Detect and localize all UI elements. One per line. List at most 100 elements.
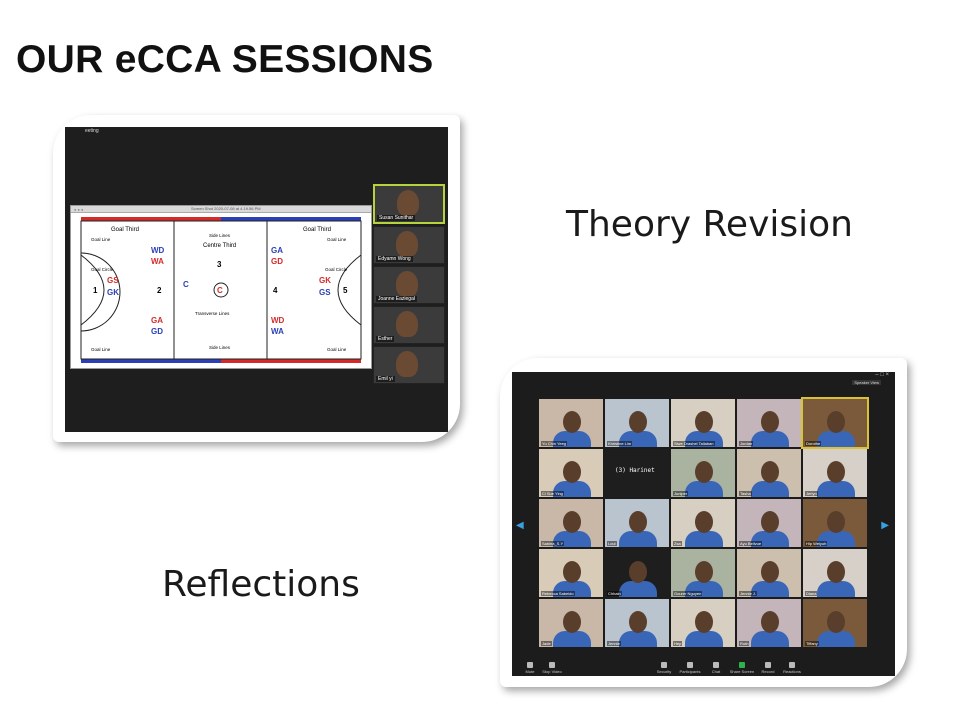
gallery-tile[interactable]: Juniper (671, 449, 735, 497)
meeting-toolbar: Mute Stop Video Security Participants Chat Sh… (512, 654, 895, 676)
gallery-tile[interactable]: Hep (671, 599, 735, 647)
participants-button[interactable]: Participants (676, 662, 704, 674)
prev-page-arrow-icon[interactable]: ◀ (516, 520, 524, 531)
gallery-tile[interactable]: Gourer Nguyen (671, 549, 735, 597)
goal-line-label-tr: Goal Line (327, 237, 347, 242)
gallery-tile-name: Zsa (673, 541, 682, 546)
pos-left-ga: GA (151, 316, 163, 325)
reactions-label: Reactions (783, 669, 801, 674)
pos-right-gs: GS (319, 288, 331, 297)
pos-left-wa: WA (151, 257, 164, 266)
stop-video-label: Stop Video (542, 669, 562, 674)
pos-right-ga: GA (271, 246, 283, 255)
gallery-tile[interactable]: Hip Weiyuh (803, 499, 867, 547)
participant-tile[interactable]: Esther (373, 306, 445, 344)
mute-label: Mute (525, 669, 535, 674)
chat-icon (713, 662, 719, 668)
window-controls[interactable]: – □ × (875, 372, 889, 378)
record-label: Record (761, 669, 775, 674)
gallery-tile[interactable]: Yu Chin Yeeg (539, 399, 603, 447)
harinet-name-label: (3) Harinet (615, 467, 655, 474)
theory-revision-caption: Theory Revision (566, 204, 853, 245)
gallery-tile[interactable]: Tasha (737, 449, 801, 497)
side-lines-label-bottom: Side Lines (209, 345, 231, 350)
goal-third-left-label: Goal Third (111, 227, 139, 233)
goal-line-label-br: Goal Line (327, 347, 347, 352)
pos-left-gk: GK (107, 288, 119, 297)
slide-title: OUR eCCA SESSIONS (16, 38, 434, 81)
participants-label: Participants (679, 669, 701, 674)
meeting-label: eeting (85, 128, 99, 134)
gallery-tile-name: Juniper (673, 491, 689, 496)
reactions-button[interactable]: Reactions (778, 662, 806, 674)
pos-left-gs: GS (107, 276, 119, 285)
participants-icon (687, 662, 693, 668)
zone-1-label: 1 (93, 286, 98, 295)
mute-icon (527, 662, 533, 668)
gallery-tile[interactable]: Jerlyn (803, 449, 867, 497)
gallery-tile-name: Ci Sue Ying (541, 491, 564, 496)
chat-label: Chat (711, 669, 721, 674)
side-lines-label-top: Side Lines (209, 233, 231, 238)
participant-tile[interactable]: Susan Sunithar (373, 184, 445, 224)
gallery-tile-name: Ayu Bellvue (739, 541, 763, 546)
pos-right-gd: GD (271, 257, 283, 266)
goal-third-right-label: Goal Third (303, 227, 331, 233)
security-label: Security (656, 669, 672, 674)
gallery-tile[interactable]: Jennie J. (737, 549, 801, 597)
participant-tile[interactable]: Emil yi (373, 346, 445, 384)
gallery-tile[interactable]: Jordan (737, 399, 801, 447)
participant-tile[interactable]: Edyamn Wong (373, 226, 445, 264)
gallery-tile-name: Hep (673, 641, 683, 646)
gallery-tile[interactable]: Tiffany (803, 599, 867, 647)
gallery-tile-name: Siwe Drashel Tallaban (673, 441, 715, 446)
gallery-tile[interactable]: Ci Sue Ying (539, 449, 603, 497)
participant-name: Emil yi (376, 376, 395, 382)
goal-line-label-tl: Goal Line (91, 237, 111, 242)
gallery-tile-name: Jerlyn (805, 491, 818, 496)
gallery-tile[interactable]: Loui (605, 499, 669, 547)
traffic-light-icon[interactable]: ● ● ● (74, 207, 83, 212)
gallery-grid: Yu Chin Yeeg Khristine Lim Siwe Drashel Ta… (539, 397, 870, 649)
stop-video-button[interactable]: Stop Video (538, 662, 566, 674)
gallery-tile[interactable]: Ayu Bellvue (737, 499, 801, 547)
gallery-tile-name: Gourer Nguyen (673, 591, 703, 596)
gallery-tile-name: Loui (607, 541, 617, 546)
gallery-tile[interactable]: Khristine Lim (605, 399, 669, 447)
security-icon (661, 662, 667, 668)
share-screen-button[interactable]: Share Screen (728, 662, 756, 674)
participant-tile[interactable]: Joanne Eaziegal (373, 266, 445, 304)
gallery-tile[interactable]: Dorothe (801, 397, 869, 449)
chat-button[interactable]: Chat (702, 662, 730, 674)
pos-right-wa: WA (271, 327, 284, 336)
gallery-tile[interactable]: Diana (803, 549, 867, 597)
gallery-tile[interactable]: Sabina_S.Y (539, 499, 603, 547)
gallery-tile[interactable]: Jennie (605, 599, 669, 647)
share-screen-label: Share Screen (729, 669, 755, 674)
zone-4-label: 4 (273, 286, 278, 295)
reactions-icon (789, 662, 795, 668)
gallery-tile-name: Hip Weiyuh (805, 541, 828, 546)
next-page-arrow-icon[interactable]: ▶ (881, 520, 889, 531)
gallery-tile[interactable]: Zsa (671, 499, 735, 547)
gallery-tile[interactable]: Rebecca Sabeido (539, 549, 603, 597)
gallery-tile[interactable]: Siwe Drashel Tallaban (671, 399, 735, 447)
netball-court-diagram: Goal Third Goal Third Centre Third Goal … (80, 217, 362, 363)
shared-image-window: ● ● ● Screen Shot 2020-07-08 at 4.19.56 … (70, 205, 372, 369)
participant-name: Joanne Eaziegal (376, 296, 417, 302)
gallery-tile-name: Dorothe (805, 441, 822, 446)
share-screen-icon (739, 662, 745, 668)
security-button[interactable]: Security (650, 662, 678, 674)
speaker-view-button[interactable]: Speaker View (852, 380, 881, 385)
gallery-tile[interactable]: Jade (539, 599, 603, 647)
record-icon (765, 662, 771, 668)
image-window-title: Screen Shot 2020-07-08 at 4.19.56 PM (191, 206, 261, 211)
pos-left-gd: GD (151, 327, 163, 336)
gallery-tile[interactable]: (3) Harinet (605, 449, 669, 497)
pos-centre-c: C (183, 280, 189, 289)
participant-name: Edyamn Wong (376, 256, 413, 262)
centre-third-label: Centre Third (203, 243, 236, 249)
gallery-tile[interactable]: Chhain (605, 549, 669, 597)
gallery-tile[interactable]: Ruth (737, 599, 801, 647)
gallery-tile-name: Jordan (739, 441, 754, 446)
